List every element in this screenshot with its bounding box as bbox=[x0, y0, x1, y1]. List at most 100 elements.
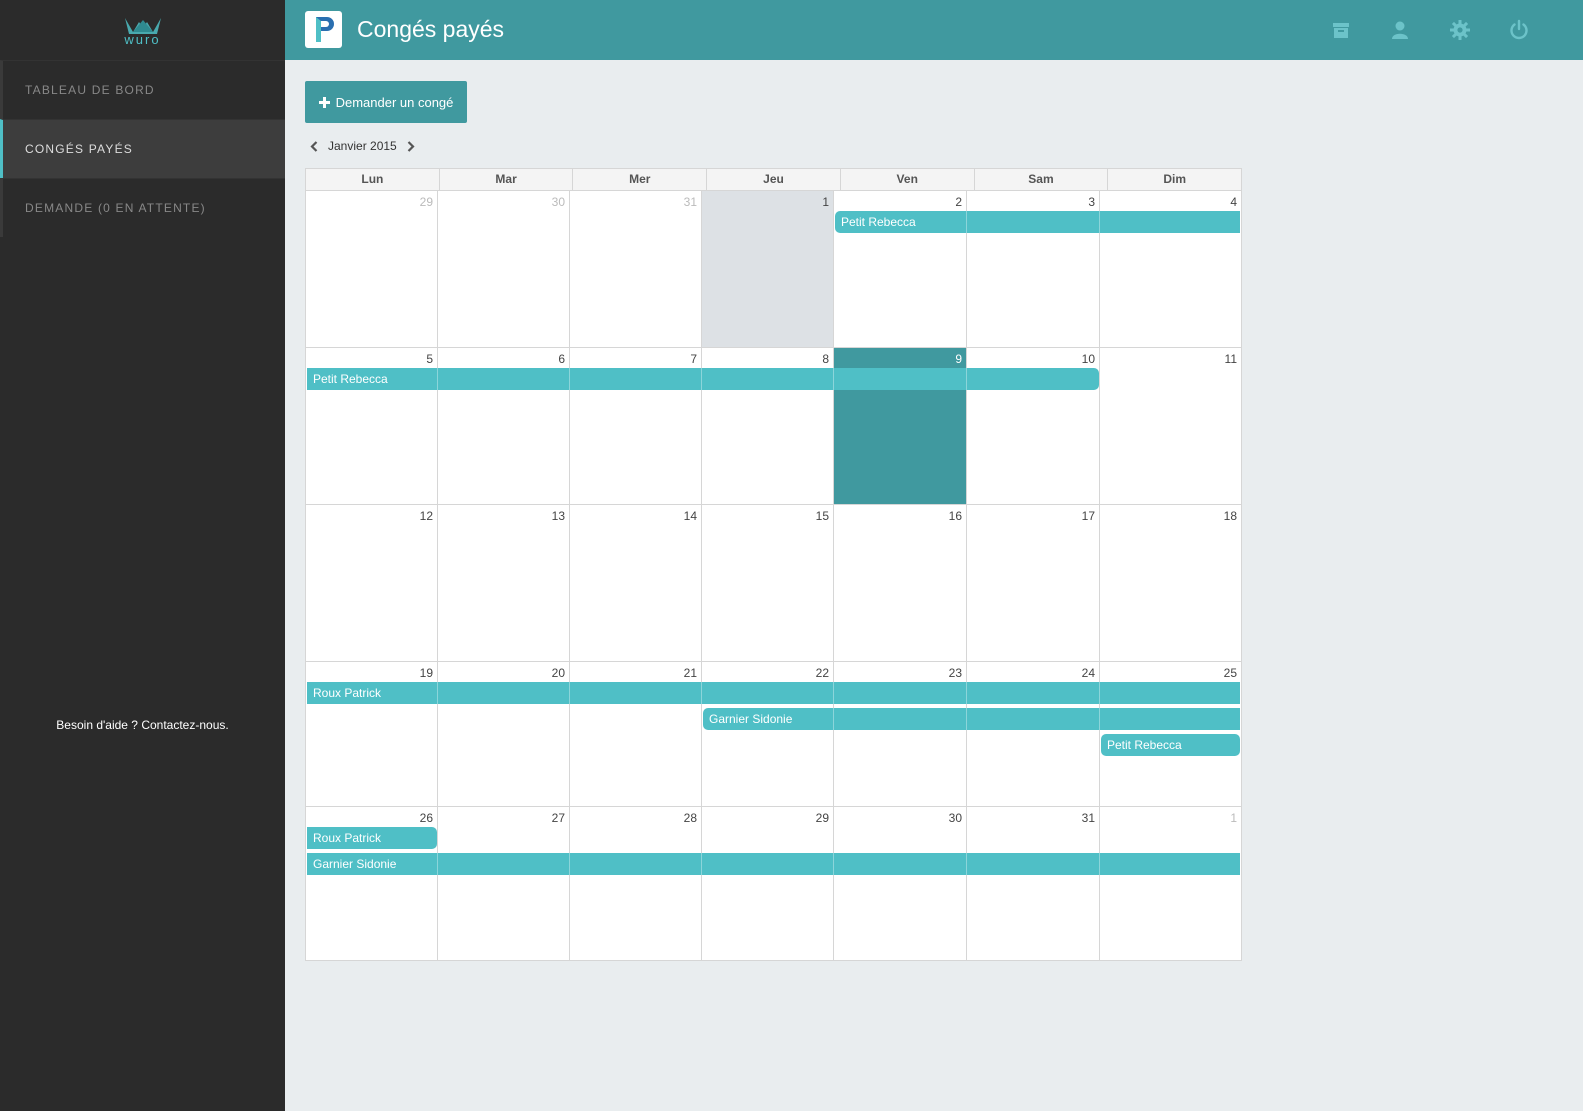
day-cell[interactable]: 14 bbox=[570, 505, 702, 662]
nav-item-demande[interactable]: DEMANDE (0 EN ATTENTE) bbox=[0, 178, 285, 237]
day-number: 18 bbox=[1223, 509, 1237, 523]
leave-event-bar[interactable]: Garnier Sidonie bbox=[307, 853, 1240, 875]
weekday-mar: Mar bbox=[440, 169, 574, 190]
request-leave-button[interactable]: Demander un congé bbox=[305, 81, 467, 123]
leave-event-label: Petit Rebecca bbox=[1107, 738, 1182, 752]
event-cell-divider bbox=[569, 853, 570, 875]
day-number: 28 bbox=[683, 811, 697, 825]
day-number: 30 bbox=[948, 811, 962, 825]
page-title: Congés payés bbox=[357, 16, 505, 42]
nav-item-conges-payes[interactable]: CONGÉS PAYÉS bbox=[0, 119, 285, 178]
calendar-week: 12 13 14 15 16 17 18 bbox=[306, 504, 1241, 662]
day-number: 12 bbox=[419, 509, 433, 523]
plus-icon bbox=[318, 96, 330, 108]
event-cell-divider bbox=[1099, 682, 1100, 704]
day-number: 7 bbox=[690, 352, 697, 366]
event-cell-divider bbox=[437, 368, 438, 390]
day-cell[interactable]: 16 bbox=[834, 505, 967, 662]
day-cell[interactable]: 11 bbox=[1100, 348, 1241, 505]
leave-event-label: Roux Patrick bbox=[313, 686, 382, 700]
user-icon[interactable] bbox=[1388, 18, 1412, 42]
archive-icon[interactable] bbox=[1329, 18, 1353, 42]
leave-event-bar[interactable]: Petit Rebecca bbox=[835, 211, 1240, 233]
day-number: 14 bbox=[683, 509, 697, 523]
day-number: 22 bbox=[815, 666, 829, 680]
calendar-week: 29 30 31 1 2 3 4 Petit Rebecca bbox=[306, 190, 1241, 348]
day-cell[interactable]: 31 bbox=[967, 807, 1100, 961]
weekday-dim: Dim bbox=[1163, 172, 1186, 186]
leave-event-bar[interactable]: Garnier Sidonie bbox=[703, 708, 1240, 730]
day-number: 31 bbox=[683, 195, 697, 209]
gear-icon[interactable] bbox=[1448, 18, 1472, 42]
leave-event-bar[interactable]: Petit Rebecca bbox=[1101, 734, 1240, 756]
day-cell[interactable]: 15 bbox=[702, 505, 834, 662]
day-number: 23 bbox=[948, 666, 962, 680]
event-cell-divider bbox=[569, 682, 570, 704]
day-number: 27 bbox=[551, 811, 565, 825]
day-number: 16 bbox=[948, 509, 962, 523]
leave-event-label: Roux Patrick bbox=[313, 831, 382, 845]
day-cell[interactable]: 27 bbox=[438, 807, 570, 961]
help-link[interactable]: Besoin d'aide ? Contactez-nous. bbox=[0, 718, 285, 732]
day-number: 30 bbox=[551, 195, 565, 209]
calendar-week: 26 27 28 29 30 31 1 Roux Patrick Garnier Sidonie bbox=[306, 806, 1241, 961]
next-month-arrow-icon[interactable] bbox=[402, 139, 420, 153]
leave-event-label: Petit Rebecca bbox=[313, 372, 388, 386]
calendar-grid: Lun Mar Mer Jeu Ven Sam Dim 29 30 31 1 2 3 4 Pe… bbox=[305, 168, 1242, 961]
day-cell[interactable]: 31 bbox=[570, 191, 702, 348]
day-number: 1 bbox=[1230, 811, 1237, 825]
day-number: 8 bbox=[822, 352, 829, 366]
weekday-ven: Ven bbox=[841, 169, 975, 190]
event-cell-divider bbox=[437, 853, 438, 875]
day-number: 25 bbox=[1223, 666, 1237, 680]
event-cell-divider bbox=[701, 682, 702, 704]
calendar-week: 5 6 7 8 9 10 11 Petit Rebecca bbox=[306, 347, 1241, 505]
day-cell[interactable]: 13 bbox=[438, 505, 570, 662]
day-number: 21 bbox=[683, 666, 697, 680]
event-cell-divider bbox=[966, 708, 967, 730]
prev-month-arrow-icon[interactable] bbox=[305, 139, 323, 153]
day-cell[interactable]: 1 bbox=[702, 191, 834, 348]
day-number: 13 bbox=[551, 509, 565, 523]
day-cell[interactable]: 29 bbox=[702, 807, 834, 961]
event-cell-divider bbox=[833, 708, 834, 730]
sidebar: wuro TABLEAU DE BORD CONGÉS PAYÉS DEMAND… bbox=[0, 0, 285, 1111]
day-number: 3 bbox=[1088, 195, 1095, 209]
day-number: 19 bbox=[419, 666, 433, 680]
nav-item-tableau-de-bord[interactable]: TABLEAU DE BORD bbox=[0, 60, 285, 119]
day-cell[interactable]: 29 bbox=[306, 191, 438, 348]
day-number: 9 bbox=[955, 352, 962, 366]
event-cell-divider bbox=[701, 368, 702, 390]
day-number: 1 bbox=[822, 195, 829, 209]
leave-event-label: Garnier Sidonie bbox=[313, 857, 397, 871]
day-number: 17 bbox=[1081, 509, 1095, 523]
day-cell[interactable]: 18 bbox=[1100, 505, 1241, 662]
event-cell-divider bbox=[701, 853, 702, 875]
day-cell[interactable]: 30 bbox=[834, 807, 967, 961]
day-cell[interactable]: 12 bbox=[306, 505, 438, 662]
day-cell[interactable]: 30 bbox=[438, 191, 570, 348]
event-cell-divider bbox=[833, 853, 834, 875]
day-cell[interactable]: 1 bbox=[1100, 807, 1241, 961]
month-navigation: Janvier 2015 bbox=[305, 139, 420, 153]
day-number: 24 bbox=[1081, 666, 1095, 680]
top-header: Congés payés bbox=[285, 0, 1583, 60]
leave-event-bar[interactable]: Petit Rebecca bbox=[307, 368, 1099, 390]
logo[interactable]: wuro bbox=[0, 0, 285, 60]
power-icon[interactable] bbox=[1507, 18, 1531, 42]
weekday-jeu: Jeu bbox=[707, 169, 841, 190]
event-cell-divider bbox=[833, 368, 834, 390]
day-cell[interactable]: 28 bbox=[570, 807, 702, 961]
logo-text: wuro bbox=[124, 32, 161, 47]
leave-event-bar[interactable]: Roux Patrick bbox=[307, 827, 437, 849]
p-logo-icon bbox=[316, 17, 334, 42]
leave-event-label: Petit Rebecca bbox=[841, 215, 916, 229]
calendar-week: 19 20 21 22 23 24 25 Roux Patrick Garnier Sidoni… bbox=[306, 661, 1241, 807]
event-cell-divider bbox=[966, 682, 967, 704]
day-number: 2 bbox=[955, 195, 962, 209]
day-cell[interactable]: 17 bbox=[967, 505, 1100, 662]
weekday-lun: Lun bbox=[306, 169, 440, 190]
weekday-mer: Mer bbox=[573, 169, 708, 190]
day-number: 29 bbox=[419, 195, 433, 209]
leave-event-bar[interactable]: Roux Patrick bbox=[307, 682, 1240, 704]
